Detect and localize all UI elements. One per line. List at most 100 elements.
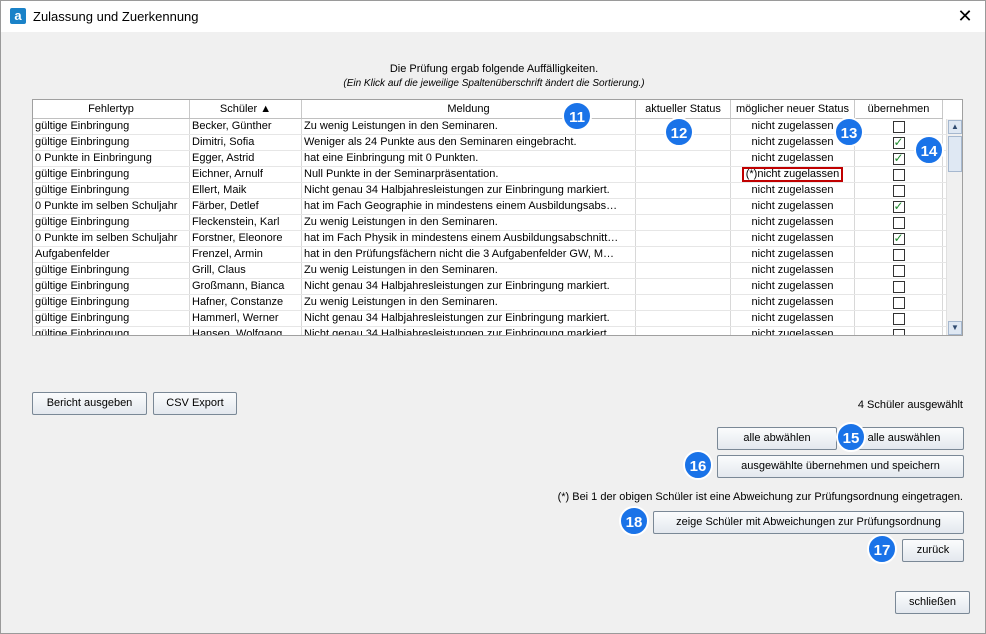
cell-meldung: hat in den Prüfungsfächern nicht die 3 A… [302,247,636,262]
uebernehmen-speichern-button[interactable]: ausgewählte übernehmen und speichern [717,455,964,478]
callout-badge-14: 14 [914,135,944,165]
cell-fehlertyp: 0 Punkte im selben Schuljahr [33,199,190,214]
cell-uebernehmen [855,295,943,310]
table-row[interactable]: 0 Punkte im selben Schuljahr Forstner, El… [33,231,946,247]
cell-neuer-status: nicht zugelassen [731,151,855,166]
cell-uebernehmen [855,199,943,214]
table-row[interactable]: gültige Einbringung Ellert, Maik Nicht gen… [33,183,946,199]
cell-meldung: hat im Fach Physik in mindestens einem A… [302,231,636,246]
cell-meldung: Nicht genau 34 Halbjahresleistungen zur … [302,327,636,335]
uebernehmen-checkbox[interactable] [892,199,905,214]
col-header-neuer-status[interactable]: möglicher neuer Status [731,100,855,118]
table-row[interactable]: gültige Einbringung Becker, Günther Zu wen… [33,119,946,135]
callout-badge-17: 17 [867,534,897,564]
table-row[interactable]: gültige Einbringung Grill, Claus Zu wenig … [33,263,946,279]
cell-meldung: hat eine Einbringung mit 0 Punkten. [302,151,636,166]
callout-badge-12: 12 [664,117,694,147]
uebernehmen-checkbox[interactable] [892,231,905,246]
table-row[interactable]: gültige Einbringung Großmann, Bianca Nicht… [33,279,946,295]
cell-aktueller-status [636,311,731,326]
cell-uebernehmen [855,183,943,198]
table-row[interactable]: gültige Einbringung Dimitri, Sofia Weniger… [33,135,946,151]
callout-badge-13: 13 [834,117,864,147]
uebernehmen-checkbox[interactable] [892,168,905,181]
cell-neuer-status: (*)nicht zugelassen [731,167,855,182]
col-header-aktueller-status[interactable]: aktueller Status [636,100,731,118]
uebernehmen-checkbox[interactable] [892,328,905,335]
cell-schueler: Egger, Astrid [190,151,302,166]
uebernehmen-checkbox[interactable] [892,120,905,133]
cell-uebernehmen [855,263,943,278]
close-icon[interactable]: ✕ [953,4,977,28]
uebernehmen-checkbox[interactable] [892,248,905,261]
cell-schueler: Fleckenstein, Karl [190,215,302,230]
table-body: gültige Einbringung Becker, Günther Zu wen… [33,119,946,335]
alle-abwaehlen-button[interactable]: alle abwählen [717,427,837,450]
table-row[interactable]: gültige Einbringung Hafner, Constanze Zu w… [33,295,946,311]
cell-aktueller-status [636,151,731,166]
bericht-ausgeben-button[interactable]: Bericht ausgeben [32,392,147,415]
cell-neuer-status: nicht zugelassen [731,263,855,278]
uebernehmen-checkbox[interactable] [892,312,905,325]
uebernehmen-checkbox[interactable] [892,296,905,309]
cell-fehlertyp: gültige Einbringung [33,135,190,150]
scroll-up-icon[interactable]: ▲ [948,120,962,134]
cell-neuer-status: nicht zugelassen [731,247,855,262]
uebernehmen-checkbox[interactable] [892,280,905,293]
col-header-fehlertyp[interactable]: Fehlertyp [33,100,190,118]
cell-aktueller-status [636,247,731,262]
cell-meldung: hat im Fach Geographie in mindestens ein… [302,199,636,214]
table-row[interactable]: gültige Einbringung Fleckenstein, Karl Zu … [33,215,946,231]
cell-schueler: Großmann, Bianca [190,279,302,294]
cell-aktueller-status [636,183,731,198]
cell-fehlertyp: gültige Einbringung [33,279,190,294]
vertical-scrollbar[interactable]: ▲ ▼ [946,119,962,335]
cell-fehlertyp: 0 Punkte in Einbringung [33,151,190,166]
cell-schueler: Hammerl, Werner [190,311,302,326]
sort-hint: (Ein Klick auf die jeweilige Spaltenüber… [343,78,645,89]
uebernehmen-checkbox[interactable] [892,264,905,277]
uebernehmen-checkbox[interactable] [892,151,905,166]
schliessen-button[interactable]: schließen [895,591,970,614]
scroll-thumb[interactable] [948,136,962,172]
callout-badge-18: 18 [619,506,649,536]
cell-schueler: Eichner, Arnulf [190,167,302,182]
col-header-schueler[interactable]: Schüler ▲ [190,100,302,118]
table-row[interactable]: gültige Einbringung Eichner, Arnulf Null P… [33,167,946,183]
zurueck-button[interactable]: zurück [902,539,964,562]
callout-badge-15: 15 [836,422,866,452]
zeige-abweichungen-button[interactable]: zeige Schüler mit Abweichungen zur Prüfu… [653,511,964,534]
cell-uebernehmen [855,215,943,230]
csv-export-button[interactable]: CSV Export [153,392,237,415]
callout-badge-11: 11 [562,101,592,131]
dialog-window: a Zulassung und Zuerkennung ✕ Die Prüfun… [0,0,986,634]
cell-uebernehmen [855,247,943,262]
table-header: Fehlertyp Schüler ▲ Meldung aktueller St… [33,100,943,119]
window-title: Zulassung und Zuerkennung [33,9,199,24]
cell-aktueller-status [636,263,731,278]
cell-fehlertyp: gültige Einbringung [33,183,190,198]
cell-fehlertyp: Aufgabenfelder [33,247,190,262]
cell-schueler: Forstner, Eleonore [190,231,302,246]
cell-uebernehmen [855,231,943,246]
cell-neuer-status: nicht zugelassen [731,327,855,335]
table-row[interactable]: 0 Punkte im selben Schuljahr Färber, Detl… [33,199,946,215]
table-row[interactable]: Aufgabenfelder Frenzel, Armin hat in den P… [33,247,946,263]
table-row[interactable]: gültige Einbringung Hansen, Wolfgang Nicht… [33,327,946,335]
col-header-uebernehmen[interactable]: übernehmen [855,100,943,118]
cell-aktueller-status [636,295,731,310]
issues-table: Fehlertyp Schüler ▲ Meldung aktueller St… [32,99,963,336]
scroll-down-icon[interactable]: ▼ [948,321,962,335]
cell-uebernehmen [855,327,943,335]
cell-uebernehmen [855,279,943,294]
table-row[interactable]: gültige Einbringung Hammerl, Werner Nicht … [33,311,946,327]
cell-schueler: Frenzel, Armin [190,247,302,262]
uebernehmen-checkbox[interactable] [892,135,905,150]
abweichung-highlight: (*)nicht zugelassen [741,167,844,182]
uebernehmen-checkbox[interactable] [892,184,905,197]
cell-uebernehmen [855,167,943,182]
cell-aktueller-status [636,231,731,246]
cell-fehlertyp: gültige Einbringung [33,311,190,326]
table-row[interactable]: 0 Punkte in Einbringung Egger, Astrid hat … [33,151,946,167]
uebernehmen-checkbox[interactable] [892,216,905,229]
